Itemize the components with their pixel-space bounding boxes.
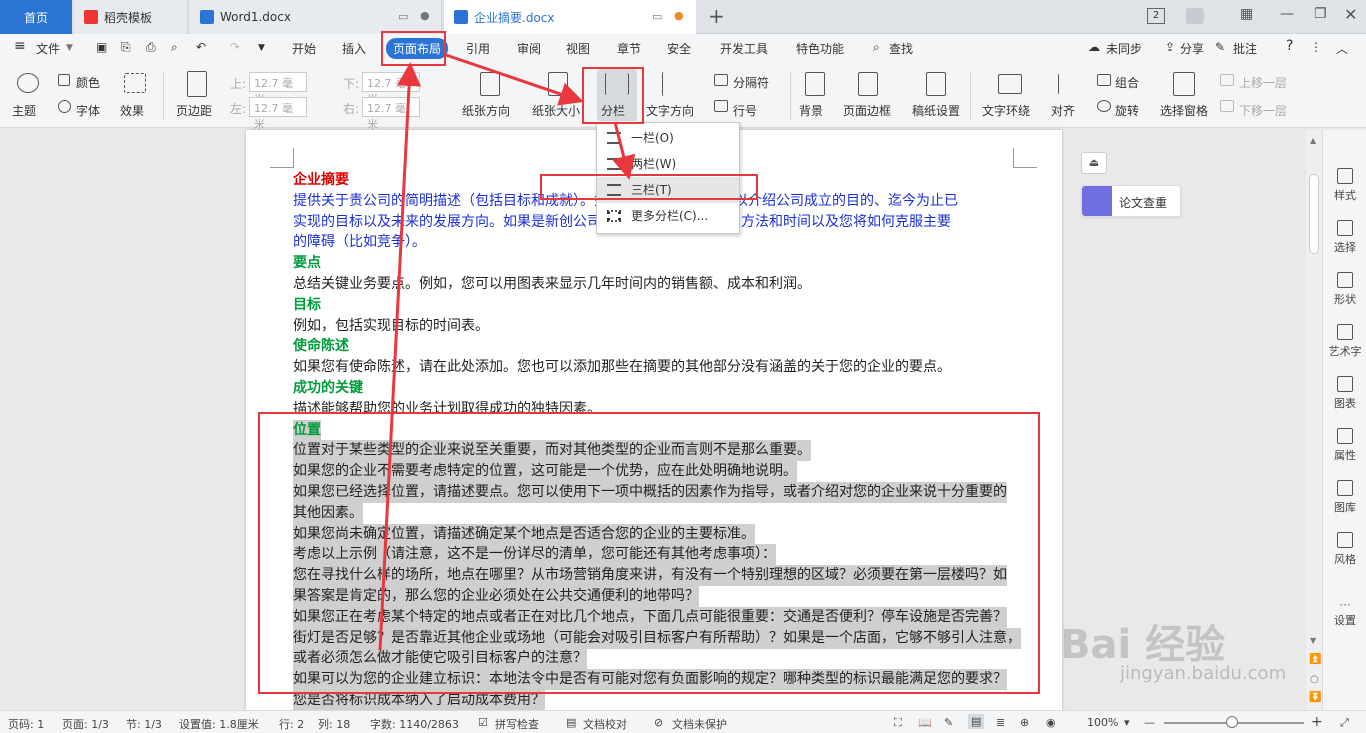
arrow-to-layout xyxy=(378,62,422,651)
watermark-url: jingyan.baidu.com xyxy=(1120,663,1287,684)
arrow-to-columns xyxy=(445,53,584,106)
arrow-to-three-columns xyxy=(611,121,636,180)
watermark-brand: Bai 经验 xyxy=(1060,622,1226,668)
